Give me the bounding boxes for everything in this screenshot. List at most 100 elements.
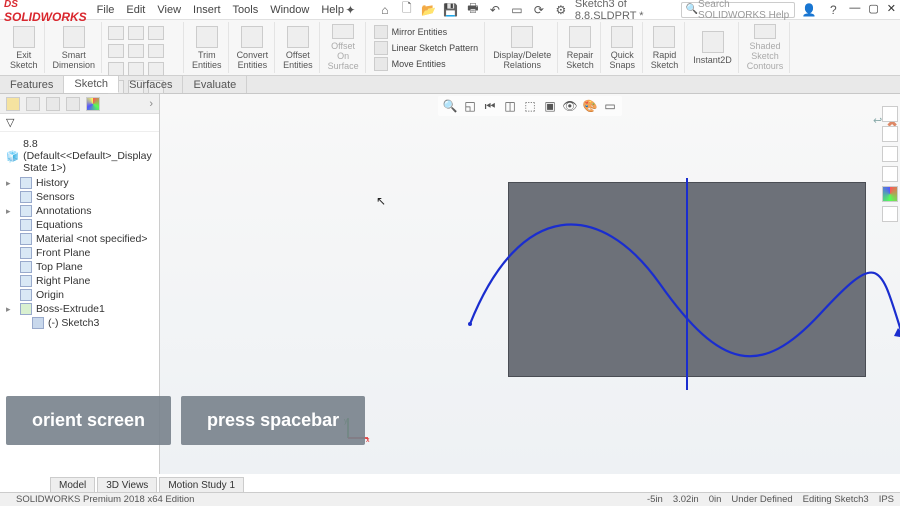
convert-entities-button[interactable]: Convert Entities: [231, 22, 276, 73]
ellipse-tool-icon[interactable]: [148, 44, 164, 58]
window-buttons: 👤 ? — ▢ ✕: [801, 2, 896, 18]
config-mgr-icon[interactable]: [46, 97, 60, 111]
circle-tool-icon[interactable]: [128, 26, 144, 40]
undo-icon[interactable]: ↶: [487, 2, 503, 18]
tree-top-plane[interactable]: Top Plane: [2, 260, 157, 274]
save-icon[interactable]: 💾: [443, 2, 459, 18]
tab-features[interactable]: Features: [0, 76, 64, 93]
feature-tree-icon[interactable]: [6, 97, 20, 111]
menu-insert[interactable]: Insert: [193, 4, 221, 16]
panel-tabs: ›: [0, 94, 159, 114]
smart-dimension-button[interactable]: Smart Dimension: [47, 22, 103, 73]
quick-snaps-button[interactable]: Quick Snaps: [603, 22, 643, 73]
quick-access-toolbar: ⌂ 🗋 📂 💾 🖶 ↶ ▭ ⟳ ⚙: [377, 2, 569, 18]
spline-tool-icon[interactable]: [148, 26, 164, 40]
maximize-button[interactable]: ▢: [868, 2, 878, 18]
search-icon: 🔍: [686, 4, 698, 15]
zoom-fit-icon[interactable]: 🔍: [442, 98, 458, 114]
mirror-entities-button[interactable]: Mirror Entities: [374, 25, 479, 39]
help-icon[interactable]: ✦: [344, 2, 357, 18]
view-orient-icon[interactable]: ⬚: [522, 98, 538, 114]
document-title: Sketch3 of 8.8.SLDPRT *: [569, 0, 681, 22]
menu-help[interactable]: Help: [321, 4, 344, 16]
command-tabs: Features Sketch Surfaces Evaluate: [0, 76, 900, 94]
user-icon[interactable]: 👤: [801, 2, 817, 18]
appearances-icon[interactable]: [882, 186, 898, 202]
tab-sketch[interactable]: Sketch: [64, 76, 119, 93]
display-relations-button[interactable]: Display/Delete Relations: [487, 22, 558, 73]
view-palette-icon[interactable]: [882, 166, 898, 182]
view-heads-up-toolbar: 🔍 ◱ ⏮ ◫ ⬚ ▣ 👁 🎨 ▭: [438, 96, 622, 116]
point-tool-icon[interactable]: [148, 62, 164, 76]
text-tool-icon[interactable]: [128, 62, 144, 76]
search-input[interactable]: 🔍 Search SOLIDWORKS Help: [681, 2, 796, 18]
property-mgr-icon[interactable]: [26, 97, 40, 111]
move-entities-button[interactable]: Move Entities: [374, 57, 479, 71]
instant2d-button[interactable]: Instant2D: [687, 22, 739, 73]
repair-sketch-button[interactable]: Repair Sketch: [560, 22, 601, 73]
panel-expand-icon[interactable]: ›: [149, 98, 153, 110]
status-edition: SOLIDWORKS Premium 2018 x64 Edition: [16, 494, 194, 505]
sketch-tools-group: [104, 22, 184, 73]
search-placeholder: Search SOLIDWORKS Help: [698, 0, 790, 21]
file-explorer-icon[interactable]: [882, 146, 898, 162]
tree-root[interactable]: 🧊8.8 (Default<<Default>_Display State 1>…: [2, 136, 157, 176]
rapid-sketch-button[interactable]: Rapid Sketch: [645, 22, 686, 73]
move-icon: [374, 57, 388, 71]
tree-annotations[interactable]: ▸Annotations: [2, 204, 157, 218]
menu-file[interactable]: File: [97, 4, 115, 16]
design-lib-icon[interactable]: [882, 126, 898, 142]
menu-window[interactable]: Window: [270, 4, 309, 16]
rect-tool-icon[interactable]: [108, 44, 124, 58]
tab-surfaces[interactable]: Surfaces: [119, 76, 183, 93]
tree-history[interactable]: ▸History: [2, 176, 157, 190]
zoom-area-icon[interactable]: ◱: [462, 98, 478, 114]
home-icon[interactable]: ⌂: [377, 2, 393, 18]
arc-tool-icon[interactable]: [128, 44, 144, 58]
status-constraint: Under Defined: [731, 494, 792, 505]
prev-view-icon[interactable]: ⏮: [482, 98, 498, 114]
tree-origin[interactable]: Origin: [2, 288, 157, 302]
close-button[interactable]: ✕: [887, 2, 896, 18]
print-icon[interactable]: 🖶: [465, 2, 481, 18]
display-style-icon[interactable]: ▣: [542, 98, 558, 114]
status-coord-y: 3.02in: [673, 494, 699, 505]
tree-sensors[interactable]: Sensors: [2, 190, 157, 204]
rebuild-icon[interactable]: ⟳: [531, 2, 547, 18]
mirror-icon: [374, 25, 388, 39]
scene-icon[interactable]: ▭: [602, 98, 618, 114]
status-units[interactable]: IPS: [879, 494, 894, 505]
open-icon[interactable]: 📂: [421, 2, 437, 18]
tree-boss-extrude[interactable]: ▸Boss-Extrude1: [2, 302, 157, 316]
section-view-icon[interactable]: ◫: [502, 98, 518, 114]
filter-icon[interactable]: ▽: [0, 114, 159, 132]
hint-orient: orient screen: [6, 396, 171, 445]
menu-tools[interactable]: Tools: [233, 4, 259, 16]
linear-pattern-button[interactable]: Linear Sketch Pattern: [374, 41, 479, 55]
select-icon[interactable]: ▭: [509, 2, 525, 18]
options-icon[interactable]: ⚙: [553, 2, 569, 18]
minimize-button[interactable]: —: [849, 2, 860, 18]
display-mgr-icon[interactable]: [86, 97, 100, 111]
fillet-tool-icon[interactable]: [108, 62, 124, 76]
tab-evaluate[interactable]: Evaluate: [183, 76, 247, 93]
line-tool-icon[interactable]: [108, 26, 124, 40]
tree-equations[interactable]: Equations: [2, 218, 157, 232]
trim-entities-button[interactable]: Trim Entities: [186, 22, 229, 73]
dimxpert-icon[interactable]: [66, 97, 80, 111]
help2-icon[interactable]: ?: [825, 2, 841, 18]
menu-edit[interactable]: Edit: [126, 4, 145, 16]
menu-view[interactable]: View: [157, 4, 181, 16]
title-bar: DS SOLIDWORKS File Edit View Insert Tool…: [0, 0, 900, 20]
exit-sketch-button[interactable]: Exit Sketch: [4, 22, 45, 73]
tree-sketch3[interactable]: (-) Sketch3: [2, 316, 157, 330]
tree-front-plane[interactable]: Front Plane: [2, 246, 157, 260]
status-coord-x: -5in: [647, 494, 663, 505]
tree-right-plane[interactable]: Right Plane: [2, 274, 157, 288]
new-icon[interactable]: 🗋: [399, 2, 415, 18]
hide-show-icon[interactable]: 👁: [562, 98, 578, 114]
resources-icon[interactable]: [882, 106, 898, 122]
appearance-icon[interactable]: 🎨: [582, 98, 598, 114]
tree-material[interactable]: Material <not specified>: [2, 232, 157, 246]
offset-entities-button[interactable]: Offset Entities: [277, 22, 320, 73]
